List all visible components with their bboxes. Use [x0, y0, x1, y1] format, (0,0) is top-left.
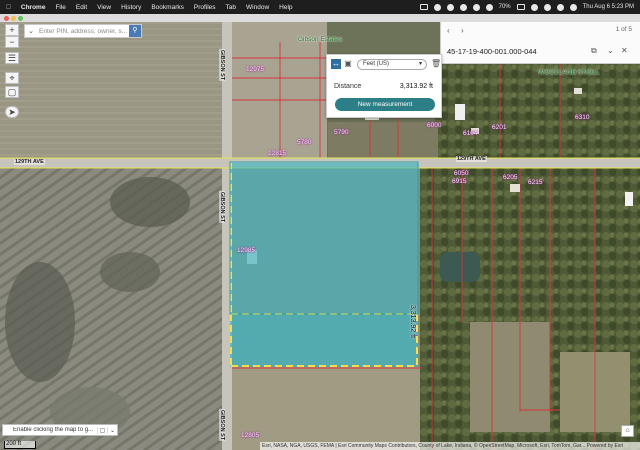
feature-pager: 1 of 5	[615, 26, 632, 33]
address-label: 6215	[528, 179, 543, 186]
subdivision-label-gibson-estates: Gibson Estates	[298, 36, 343, 43]
road-label-gibson-st-mid: GIBSON ST	[219, 190, 226, 224]
area-measure-icon[interactable]: ▣	[343, 59, 353, 69]
status-app-icon-3[interactable]	[459, 3, 467, 11]
pond	[440, 252, 480, 282]
browser-tab-strip	[0, 14, 640, 22]
chevron-down-icon[interactable]: ⌄	[25, 27, 37, 35]
control-center-icon[interactable]	[556, 3, 564, 11]
menu-history[interactable]: History	[121, 4, 141, 11]
address-label: 6310	[575, 114, 590, 121]
compass-icon[interactable]: ➤	[5, 106, 19, 118]
menu-bookmarks[interactable]: Bookmarks	[151, 4, 184, 11]
road-label-gibson-st-north: GIBSON ST	[219, 48, 226, 82]
menu-view[interactable]: View	[97, 4, 111, 11]
wifi-icon[interactable]	[530, 3, 538, 11]
measurement-length-label: 3,313.92 ft	[409, 304, 417, 339]
search-box[interactable]: ⌄ Enter PIN, address, owner, s... ⚲	[24, 24, 142, 38]
address-label: 6000	[427, 122, 442, 129]
address-label: 12805	[241, 432, 260, 439]
chevron-down-icon[interactable]: ⌄	[107, 426, 117, 434]
road-label-129th-ave-west: 129TH AVE	[14, 159, 45, 165]
close-icon[interactable]: ✕	[621, 46, 628, 55]
address-label: 6201	[492, 124, 507, 131]
copy-icon[interactable]: ▢	[97, 426, 107, 434]
new-measurement-button[interactable]: New measurement	[335, 98, 435, 111]
parcel-id-title: 45-17-19-400-001.000-044	[447, 47, 537, 56]
search-button[interactable]: ⚲	[129, 25, 141, 37]
address-label: 12975	[246, 66, 265, 73]
minimize-window-button[interactable]	[11, 16, 16, 21]
unit-select-value: Feet (US)	[363, 61, 390, 67]
menu-window[interactable]: Window	[246, 4, 269, 11]
address-label: 5790	[334, 129, 349, 136]
menu-app-name[interactable]: Chrome	[21, 4, 46, 11]
battery-percent: 70%	[498, 4, 511, 10]
chevron-down-icon: ▾	[418, 61, 422, 67]
sound-icon[interactable]	[485, 3, 493, 11]
next-feature-icon[interactable]: ›	[461, 26, 464, 35]
zoom-in-button[interactable]: +	[5, 24, 19, 36]
hint-text: Enable clicking the map to g...	[13, 427, 94, 433]
zoom-window-button[interactable]	[18, 16, 23, 21]
status-app-icon-2[interactable]	[446, 3, 454, 11]
distance-value: 3,313.92 ft	[399, 83, 433, 90]
measurement-widget: ↔ ▣ Feet (US) ▾ 🗑 Distance 3,313.92 ft Ne…	[326, 54, 442, 118]
distance-measure-icon[interactable]: ↔	[331, 59, 341, 69]
play-icon[interactable]	[472, 3, 480, 11]
field-northwest	[0, 22, 225, 162]
menu-edit[interactable]: Edit	[76, 4, 87, 11]
address-label: 6205	[503, 174, 518, 181]
battery-icon[interactable]	[516, 4, 525, 10]
unit-select[interactable]: Feet (US) ▾	[357, 59, 427, 70]
address-label: 6104	[463, 130, 478, 137]
macos-menu-bar:  Chrome File Edit View History Bookmark…	[0, 0, 640, 14]
dock-icon[interactable]: ⧉	[591, 46, 597, 56]
road-label-gibson-st-south: GIBSON ST	[219, 408, 226, 442]
address-label: 12815	[268, 150, 287, 157]
search-input[interactable]: Enter PIN, address, owner, s...	[37, 28, 129, 35]
collapse-chevron-icon[interactable]: ⌄	[607, 46, 614, 55]
menu-help[interactable]: Help	[279, 4, 292, 11]
feature-info-panel: ‹ › 1 of 5 45-17-19-400-001.000-044 ⧉ ⌄ …	[440, 22, 640, 64]
locate-icon[interactable]: ⌖	[5, 72, 19, 84]
search-icon[interactable]	[543, 3, 551, 11]
layers-icon[interactable]: ☰	[5, 52, 19, 64]
map-view[interactable]: Gibson Estates WOODLAND KNOLL 129TH AVE …	[0, 22, 640, 450]
address-label: 6915	[452, 178, 467, 185]
status-app-icon[interactable]	[433, 3, 441, 11]
map-click-hint: Enable clicking the map to g... ▢ ⌄	[2, 424, 118, 436]
address-label: 6050	[454, 170, 469, 177]
fullscreen-icon[interactable]: ▢	[5, 86, 19, 98]
woodland-northeast	[435, 64, 640, 162]
menu-file[interactable]: File	[55, 4, 65, 11]
siri-icon[interactable]	[569, 3, 577, 11]
apple-icon[interactable]: 	[6, 4, 11, 11]
trash-icon[interactable]: 🗑	[431, 59, 441, 68]
menu-tab[interactable]: Tab	[226, 4, 236, 11]
road-label-129th-ave-east: 129TH AVE	[456, 156, 487, 162]
home-icon[interactable]: ⌂	[621, 425, 634, 437]
map-imagery	[0, 22, 640, 450]
address-label: 12985	[237, 247, 256, 254]
attribution: Esri, NASA, NGA, USGS, FEMA | Esri Commu…	[260, 442, 640, 450]
scale-bar: 200 ft	[4, 441, 37, 449]
menu-profiles[interactable]: Profiles	[194, 4, 216, 11]
subdivision-label-woodland-knoll: WOODLAND KNOLL	[538, 69, 600, 76]
clock[interactable]: Thu Aug 6 5:23 PM	[583, 4, 634, 10]
close-window-button[interactable]	[4, 16, 9, 21]
address-label: 5780	[297, 139, 312, 146]
distance-label: Distance	[334, 83, 362, 90]
screen-icon[interactable]	[419, 4, 428, 10]
zoom-out-button[interactable]: −	[5, 36, 19, 48]
previous-feature-icon[interactable]: ‹	[447, 26, 450, 35]
